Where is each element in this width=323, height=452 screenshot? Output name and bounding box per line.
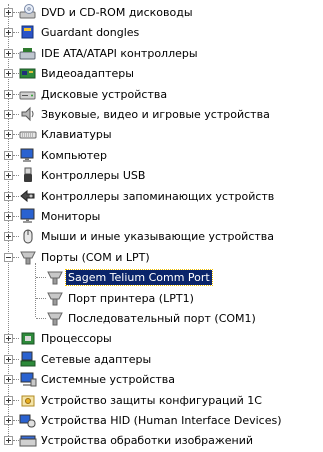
tree-category-item[interactable]: Видеоадаптеры	[0, 63, 323, 85]
expand-icon[interactable]	[4, 130, 13, 140]
tree-category-item[interactable]: Звуковые, видео и игровые устройства	[0, 104, 323, 126]
collapse-icon[interactable]	[4, 252, 13, 262]
tree-item-label: DVD и CD-ROM дисководы	[41, 6, 193, 19]
tree-item-label: Сетевые адаптеры	[41, 352, 152, 366]
display-adapter-icon	[19, 65, 37, 81]
tree-category-item[interactable]: Сетевые адаптеры	[0, 349, 323, 371]
tree-item-label: Guardant dongles	[41, 26, 140, 40]
tree-category-item[interactable]: DVD и CD-ROM дисководы	[0, 2, 323, 24]
tree-item-label: Процессоры	[41, 332, 112, 346]
computer-icon	[19, 147, 37, 163]
expand-icon[interactable]	[4, 416, 13, 425]
tree-item-label: IDE ATA/ATAPI контроллеры	[41, 46, 198, 60]
tree-category-item[interactable]: Устройство защиты конфигураций 1С	[0, 390, 323, 412]
port-icon	[46, 310, 64, 326]
tree-child-item[interactable]: Sagem Telium Comm Port	[0, 267, 323, 289]
system-device-icon	[19, 371, 37, 387]
disk-drive-icon	[19, 86, 37, 102]
dvd-drive-icon	[19, 4, 37, 20]
tree-category-item[interactable]: Устройства обработки изображений	[0, 430, 323, 452]
tree-item-label: Клавиатуры	[41, 128, 112, 142]
tree-category-item[interactable]: Мониторы	[0, 206, 323, 228]
expand-icon[interactable]	[4, 354, 13, 364]
expand-icon[interactable]	[4, 110, 13, 119]
tree-item-label: Видеоадаптеры	[41, 67, 134, 81]
expand-icon[interactable]	[4, 436, 13, 446]
expand-icon[interactable]	[4, 395, 13, 405]
tree-item-label: Контроллеры USB	[41, 169, 146, 183]
tree-item-label: Мыши и иные указывающие устройства	[41, 230, 275, 244]
expand-icon[interactable]	[4, 89, 13, 99]
tree-connector	[36, 318, 46, 319]
mouse-icon	[19, 228, 37, 244]
port-icon	[46, 290, 64, 306]
tree-child-item[interactable]: Порт принтера (LPT1)	[0, 288, 323, 310]
tree-category-item[interactable]: Контроллеры запоминающих устройств	[0, 186, 323, 208]
tree-item-label: Порт принтера (LPT1)	[68, 291, 194, 305]
tree-category-item[interactable]: Процессоры	[0, 328, 323, 350]
tree-category-item[interactable]: Устройства HID (Human Interface Devices)	[0, 410, 323, 432]
tree-item-label: Устройство защиты конфигураций 1С	[41, 393, 262, 407]
monitor-icon	[19, 208, 37, 224]
speaker-icon	[19, 106, 37, 122]
tree-category-item[interactable]: Контроллеры USB	[0, 165, 323, 187]
tree-connector	[36, 297, 46, 299]
tree-item-label: Дисковые устройства	[41, 87, 168, 101]
tree-item-label: Системные устройства	[41, 373, 175, 387]
tree-category-item[interactable]: Компьютер	[0, 145, 323, 167]
tree-category-item[interactable]: Порты (COM и LPT)	[0, 247, 323, 269]
hid-icon	[19, 412, 37, 428]
tree-category-item[interactable]: Системные устройства	[0, 369, 323, 391]
expand-icon[interactable]	[4, 28, 13, 38]
expand-icon[interactable]	[4, 48, 13, 58]
network-adapter-icon	[19, 351, 37, 367]
expand-icon[interactable]	[4, 191, 13, 201]
tree-category-item[interactable]: IDE ATA/ATAPI контроллеры	[0, 43, 323, 65]
tree-item-label: Контроллеры запоминающих устройств	[41, 189, 275, 203]
processor-icon	[19, 330, 37, 346]
tree-item-label: Мониторы	[41, 210, 101, 223]
tree-item-label: Устройства HID (Human Interface Devices)	[41, 414, 282, 427]
imaging-device-icon	[19, 432, 37, 448]
expand-icon[interactable]	[4, 212, 13, 221]
tree-item-label: Последовательный порт (COM1)	[68, 312, 256, 325]
device-tree: DVD и CD-ROM дисководы Guardant dongles ID…	[0, 0, 323, 451]
expand-icon[interactable]	[4, 375, 13, 385]
port-icon	[46, 269, 64, 285]
expand-icon[interactable]	[4, 69, 13, 79]
expand-icon[interactable]	[4, 232, 13, 242]
expand-icon[interactable]	[4, 8, 13, 17]
dongle-icon	[19, 24, 37, 40]
tree-item-label: Устройства обработки изображений	[41, 434, 254, 448]
ide-controller-icon	[19, 45, 37, 61]
tree-item-label: Звуковые, видео и игровые устройства	[41, 108, 270, 121]
tree-item-label: Sagem Telium Comm Port	[65, 269, 213, 287]
tree-item-label: Компьютер	[41, 148, 107, 162]
storage-controller-icon	[19, 188, 37, 204]
protection-device-icon	[19, 392, 37, 408]
expand-icon[interactable]	[4, 171, 13, 181]
tree-child-item[interactable]: Последовательный порт (COM1)	[0, 308, 323, 330]
tree-category-item[interactable]: Дисковые устройства	[0, 84, 323, 106]
port-icon	[19, 249, 37, 265]
keyboard-icon	[19, 126, 37, 142]
expand-icon[interactable]	[4, 334, 13, 344]
tree-category-item[interactable]: Клавиатуры	[0, 124, 323, 146]
expand-icon[interactable]	[4, 150, 13, 160]
tree-category-item[interactable]: Guardant dongles	[0, 22, 323, 44]
tree-category-item[interactable]: Мыши и иные указывающие устройства	[0, 226, 323, 248]
usb-icon	[19, 167, 37, 183]
tree-connector	[36, 277, 46, 279]
tree-item-label: Порты (COM и LPT)	[41, 250, 150, 264]
